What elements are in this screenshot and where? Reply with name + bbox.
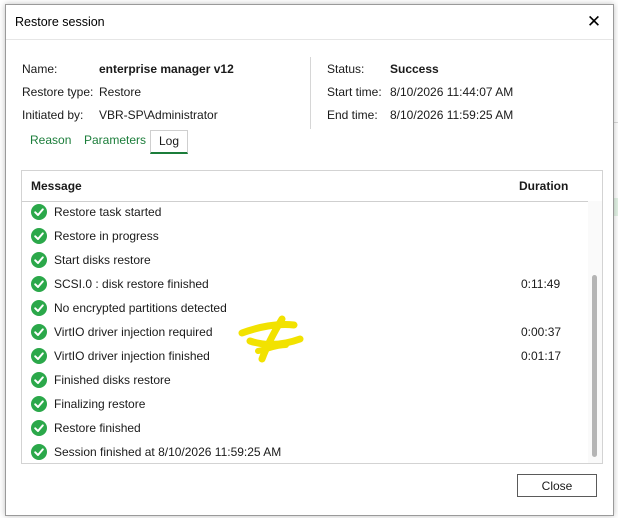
start-time-label: Start time:	[327, 85, 382, 99]
yellow-scribble-annotation	[238, 315, 304, 363]
tab-reason[interactable]: Reason	[30, 130, 71, 152]
success-check-icon	[31, 300, 47, 316]
log-row[interactable]: Restore in progress	[22, 225, 588, 249]
log-message: VirtIO driver injection finished	[54, 349, 210, 363]
column-header-duration[interactable]: Duration	[519, 179, 568, 193]
start-time-value: 8/10/2026 11:44:07 AM	[390, 85, 514, 99]
log-message: Finalizing restore	[54, 397, 146, 411]
scrollbar-thumb[interactable]	[592, 275, 597, 457]
success-check-icon	[31, 444, 47, 460]
log-message: Start disks restore	[54, 253, 151, 267]
log-table-header: Message Duration	[22, 171, 602, 202]
log-row[interactable]: Start disks restore	[22, 249, 588, 273]
log-row[interactable]: Restore finished	[22, 417, 588, 441]
log-message: Session finished at 8/10/2026 11:59:25 A…	[54, 445, 282, 459]
end-time-label: End time:	[327, 108, 378, 122]
initiated-by-label: Initiated by:	[22, 108, 84, 122]
restore-type-value: Restore	[99, 85, 142, 99]
log-row[interactable]: Session finished at 8/10/2026 11:59:25 A…	[22, 441, 588, 463]
initiated-by-value: VBR-SP\Administrator	[99, 108, 218, 122]
log-message: Restore finished	[54, 421, 141, 435]
log-row[interactable]: Finalizing restore	[22, 393, 588, 417]
log-message: VirtIO driver injection required	[54, 325, 213, 339]
log-duration: 0:00:37	[521, 325, 562, 339]
log-message: SCSI.0 : disk restore finished	[54, 277, 209, 291]
log-row[interactable]: SCSI.0 : disk restore finished 0:11:49	[22, 273, 588, 297]
success-check-icon	[31, 324, 47, 340]
log-message: Restore in progress	[54, 229, 159, 243]
success-check-icon	[31, 228, 47, 244]
title-bar: Restore session ✕	[6, 5, 613, 39]
success-check-icon	[31, 204, 47, 220]
name-label: Name:	[22, 62, 58, 76]
end-time-value: 8/10/2026 11:59:25 AM	[390, 108, 514, 122]
tab-parameters[interactable]: Parameters	[84, 130, 146, 152]
log-row[interactable]: Restore task started	[22, 201, 588, 225]
log-message: No encrypted partitions detected	[54, 301, 227, 315]
log-message: Finished disks restore	[54, 373, 171, 387]
success-check-icon	[31, 420, 47, 436]
success-check-icon	[31, 252, 47, 268]
status-value: Success	[390, 62, 439, 76]
tab-log[interactable]: Log	[150, 130, 189, 154]
success-check-icon	[31, 396, 47, 412]
info-column-divider	[310, 57, 311, 129]
close-icon[interactable]: ✕	[583, 11, 605, 33]
window-title: Restore session	[15, 15, 105, 29]
close-button[interactable]: Close	[517, 474, 597, 497]
log-duration: 0:01:17	[521, 349, 562, 363]
success-check-icon	[31, 372, 47, 388]
status-label: Status:	[327, 62, 365, 76]
restore-session-dialog: Restore session ✕ Name: enterprise manag…	[5, 4, 614, 516]
restore-type-label: Restore type:	[22, 85, 94, 99]
column-header-message[interactable]: Message	[31, 179, 82, 193]
name-value: enterprise manager v12	[99, 62, 234, 76]
title-divider	[6, 39, 613, 40]
vertical-scrollbar[interactable]	[588, 201, 602, 463]
success-check-icon	[31, 276, 47, 292]
log-message: Restore task started	[54, 205, 162, 219]
log-row[interactable]: Finished disks restore	[22, 369, 588, 393]
log-table: Message Duration Restore task started Res…	[21, 170, 603, 464]
log-duration: 0:11:49	[521, 277, 561, 291]
success-check-icon	[31, 348, 47, 364]
